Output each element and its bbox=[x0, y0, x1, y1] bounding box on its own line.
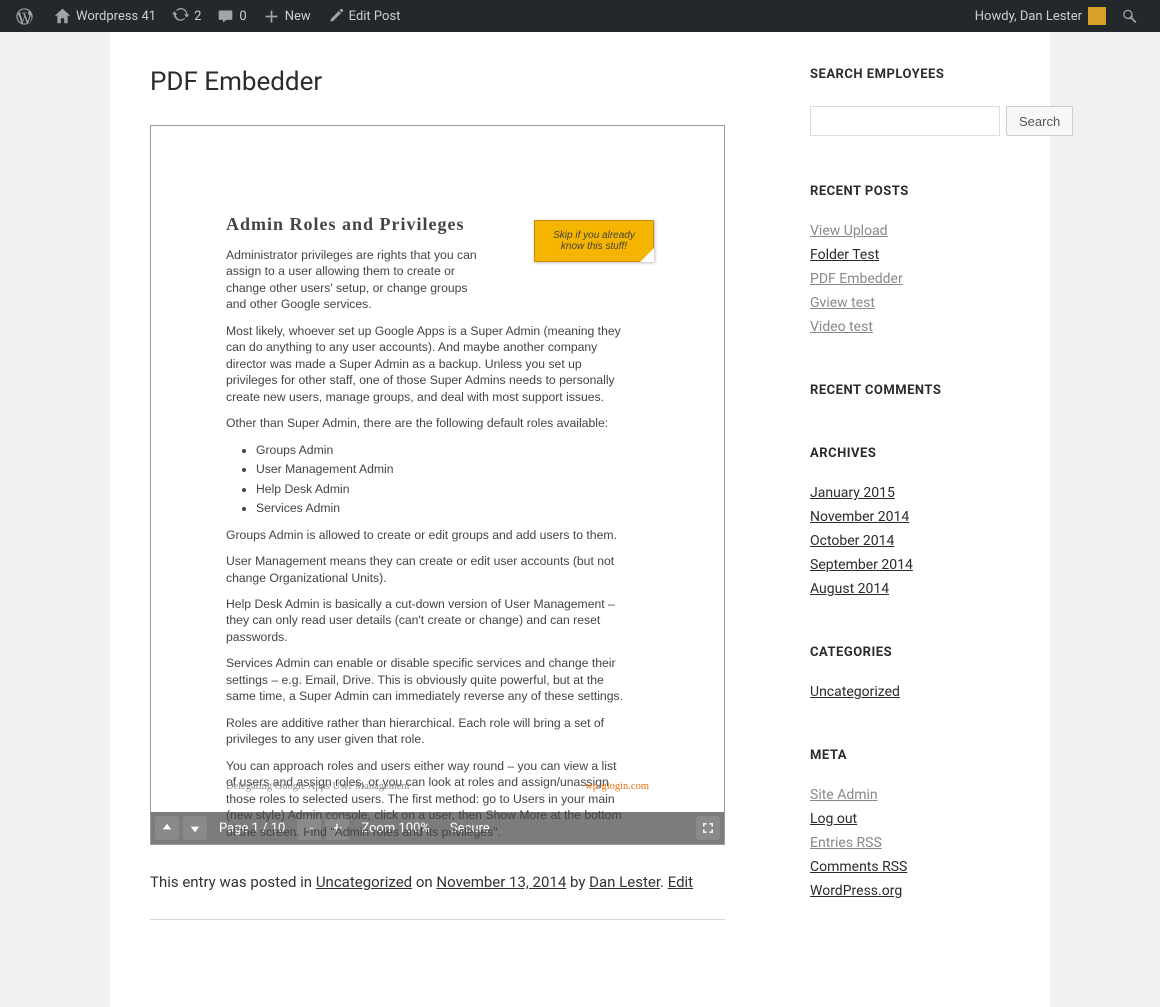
widget-title: META bbox=[810, 748, 1010, 763]
pdf-paragraph: Services Admin can enable or disable spe… bbox=[226, 655, 626, 704]
site-name-label: Wordpress 41 bbox=[76, 9, 156, 24]
widget-recent-comments: RECENT COMMENTS bbox=[810, 383, 1010, 398]
pdf-paragraph: Help Desk Admin is basically a cut-down … bbox=[226, 596, 626, 645]
page: PDF Embedder Skip if you already know th… bbox=[110, 32, 1050, 1007]
widget-title: CATEGORIES bbox=[810, 645, 1010, 660]
admin-bar: Wordpress 41 2 0 New Edit Post bbox=[0, 0, 1160, 32]
pdf-paragraph: Most likely, whoever set up Google Apps … bbox=[226, 323, 626, 405]
meta-text: by bbox=[566, 873, 589, 891]
meta-date-link[interactable]: November 13, 2014 bbox=[436, 873, 566, 891]
meta-edit-link[interactable]: Edit bbox=[668, 873, 693, 891]
recent-post-link[interactable]: Folder Test bbox=[810, 247, 879, 263]
meta-link[interactable]: Entries RSS bbox=[810, 835, 882, 851]
page-title: PDF Embedder bbox=[150, 67, 725, 97]
comments[interactable]: 0 bbox=[209, 0, 254, 32]
recent-post-link[interactable]: Video test bbox=[810, 319, 873, 335]
pdf-paragraph: Roles are additive rather than hierarchi… bbox=[226, 715, 626, 748]
plus-icon bbox=[263, 8, 280, 25]
meta-link[interactable]: Comments RSS bbox=[810, 859, 907, 875]
pdf-embedder: Skip if you already know this stuff! Adm… bbox=[150, 125, 725, 845]
widget-archives: ARCHIVES January 2015 November 2014 Octo… bbox=[810, 446, 1010, 597]
widget-search: SEARCH EMPLOYEES Search bbox=[810, 67, 1010, 136]
search-input[interactable] bbox=[810, 106, 1000, 136]
pdf-list-item: User Management Admin bbox=[256, 461, 649, 477]
search-icon bbox=[1122, 8, 1139, 25]
new-label: New bbox=[285, 9, 311, 24]
home-icon bbox=[54, 8, 71, 25]
widget-title: ARCHIVES bbox=[810, 446, 1010, 461]
meta-text: This entry was posted in bbox=[150, 873, 316, 891]
meta-text: . bbox=[660, 873, 668, 891]
wp-logo[interactable] bbox=[8, 0, 46, 32]
meta-link[interactable]: Site Admin bbox=[810, 787, 878, 803]
post-meta: This entry was posted in Uncategorized o… bbox=[150, 873, 725, 920]
widget-title: RECENT POSTS bbox=[810, 184, 1010, 199]
meta-link[interactable]: Log out bbox=[810, 811, 857, 827]
edit-post[interactable]: Edit Post bbox=[319, 0, 409, 32]
widget-title: SEARCH EMPLOYEES bbox=[810, 67, 1010, 82]
wordpress-icon bbox=[16, 8, 33, 25]
recent-post-link[interactable]: PDF Embedder bbox=[810, 271, 903, 287]
recent-post-link[interactable]: View Upload bbox=[810, 223, 888, 239]
edit-post-label: Edit Post bbox=[349, 9, 401, 24]
arrow-down-icon bbox=[188, 821, 202, 835]
pdf-paragraph: User Management means they can create or… bbox=[226, 553, 626, 586]
pdf-paragraph: Other than Super Admin, there are the fo… bbox=[226, 415, 626, 431]
pdf-footer-left: Delegating Google Apps User Management bbox=[226, 781, 410, 792]
search-button[interactable]: Search bbox=[1006, 106, 1073, 136]
pdf-paragraph: Groups Admin is allowed to create or edi… bbox=[226, 527, 626, 543]
comment-icon bbox=[217, 8, 234, 25]
pencil-icon bbox=[327, 8, 344, 25]
category-link[interactable]: Uncategorized bbox=[810, 684, 900, 700]
pdf-paragraph: Administrator privileges are rights that… bbox=[226, 247, 491, 313]
new-content[interactable]: New bbox=[255, 0, 319, 32]
pdf-paragraph: You can approach roles and users either … bbox=[226, 758, 626, 840]
pdf-list-item: Services Admin bbox=[256, 500, 649, 516]
pdf-fullscreen-button[interactable] bbox=[696, 816, 720, 840]
pdf-list-item: Groups Admin bbox=[256, 442, 649, 458]
pdf-sticky-note: Skip if you already know this stuff! bbox=[534, 220, 654, 262]
pdf-prev-button[interactable] bbox=[155, 816, 179, 840]
archive-link[interactable]: August 2014 bbox=[810, 581, 889, 597]
meta-text: on bbox=[412, 873, 436, 891]
site-name[interactable]: Wordpress 41 bbox=[46, 0, 164, 32]
recent-post-link[interactable]: Gview test bbox=[810, 295, 875, 311]
admin-search[interactable] bbox=[1114, 0, 1152, 32]
sidebar: SEARCH EMPLOYEES Search RECENT POSTS Vie… bbox=[810, 67, 1010, 947]
update-icon bbox=[172, 8, 189, 25]
meta-link[interactable]: WordPress.org bbox=[810, 883, 902, 899]
widget-recent-posts: RECENT POSTS View Upload Folder Test PDF… bbox=[810, 184, 1010, 335]
main-content: PDF Embedder Skip if you already know th… bbox=[150, 67, 725, 947]
archive-link[interactable]: January 2015 bbox=[810, 485, 895, 501]
pdf-next-button[interactable] bbox=[183, 816, 207, 840]
updates-count: 2 bbox=[194, 9, 201, 24]
pdf-list-item: Help Desk Admin bbox=[256, 481, 649, 497]
archive-link[interactable]: November 2014 bbox=[810, 509, 909, 525]
pdf-footer: Delegating Google Apps User Management w… bbox=[226, 781, 649, 792]
widget-meta: META Site Admin Log out Entries RSS Comm… bbox=[810, 748, 1010, 899]
pdf-footer-right: wp-glogin.com bbox=[585, 781, 649, 792]
meta-category-link[interactable]: Uncategorized bbox=[316, 873, 412, 891]
arrow-up-icon bbox=[160, 821, 174, 835]
updates[interactable]: 2 bbox=[164, 0, 209, 32]
meta-author-link[interactable]: Dan Lester bbox=[589, 873, 660, 891]
pdf-page[interactable]: Skip if you already know this stuff! Adm… bbox=[151, 126, 724, 812]
my-account[interactable]: Howdy, Dan Lester bbox=[967, 0, 1114, 32]
widget-categories: CATEGORIES Uncategorized bbox=[810, 645, 1010, 700]
avatar bbox=[1088, 7, 1106, 25]
pdf-list: Groups Admin User Management Admin Help … bbox=[256, 442, 649, 517]
fullscreen-icon bbox=[701, 821, 715, 835]
archive-link[interactable]: October 2014 bbox=[810, 533, 894, 549]
archive-link[interactable]: September 2014 bbox=[810, 557, 913, 573]
howdy-label: Howdy, Dan Lester bbox=[975, 9, 1082, 24]
widget-title: RECENT COMMENTS bbox=[810, 383, 1010, 398]
comments-count: 0 bbox=[239, 9, 246, 24]
